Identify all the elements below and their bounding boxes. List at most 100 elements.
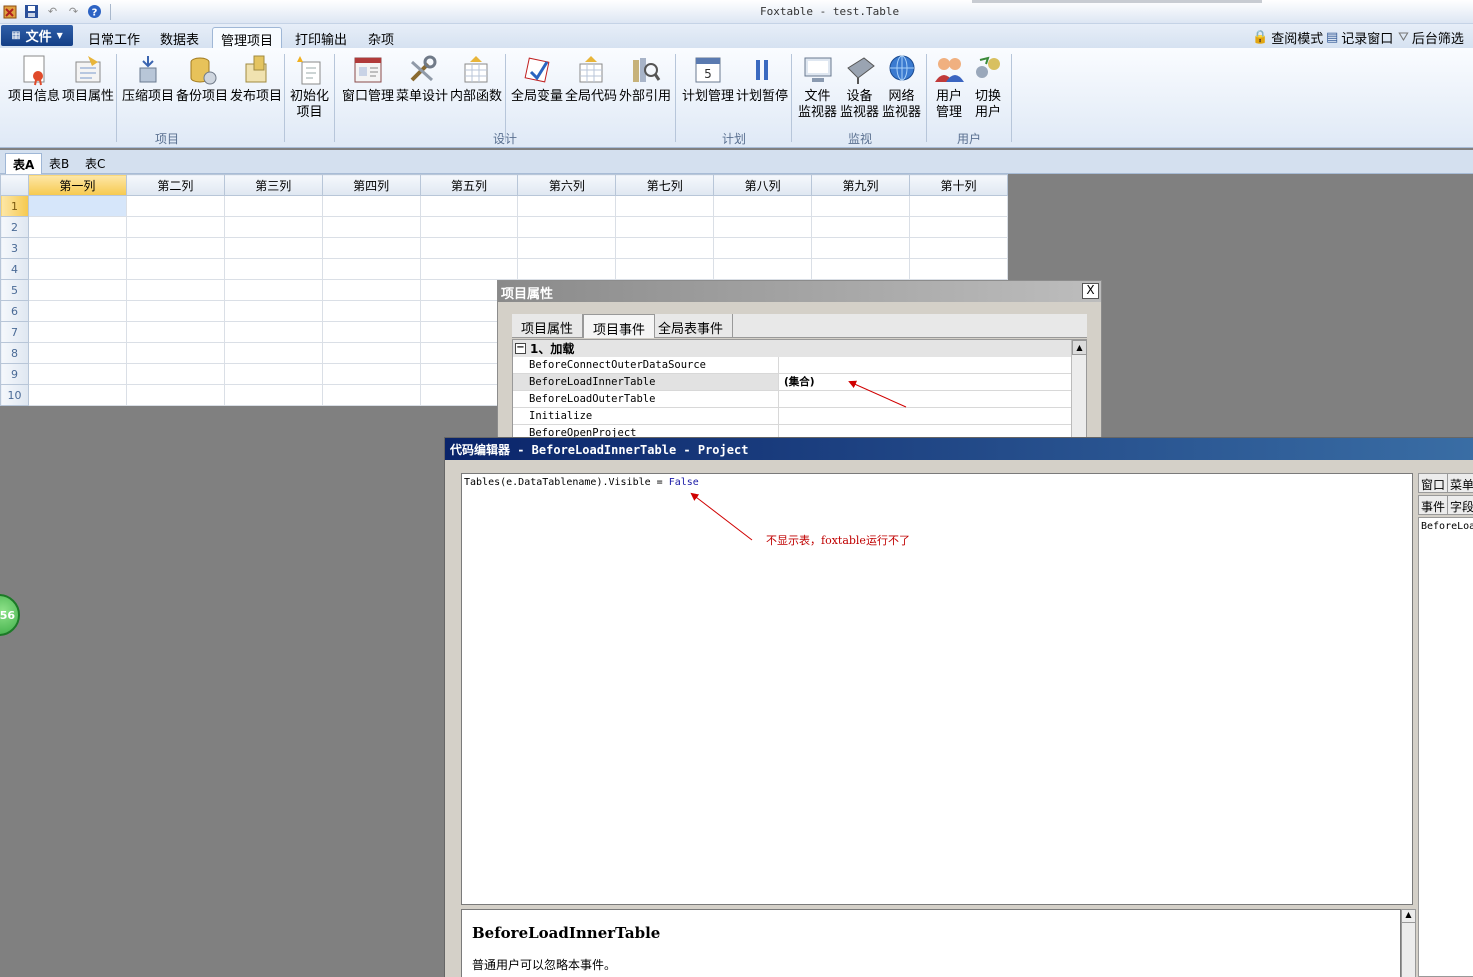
column-header[interactable]: 第六列 xyxy=(517,174,617,196)
lookup-mode-link[interactable]: 🔒 查阅模式 xyxy=(1252,28,1323,47)
property-value[interactable] xyxy=(779,408,1086,424)
grid-cell[interactable] xyxy=(713,258,813,280)
grid-cell[interactable] xyxy=(321,342,421,364)
grid-cell[interactable] xyxy=(321,300,421,322)
floating-ball[interactable]: 56 xyxy=(0,594,20,636)
grid-cell[interactable] xyxy=(419,195,519,217)
property-row[interactable]: BeforeConnectOuterDataSource xyxy=(513,357,1086,374)
collapse-icon[interactable]: − xyxy=(515,343,526,354)
global-var-button[interactable]: 全局变量 xyxy=(511,54,563,105)
grid-cell[interactable] xyxy=(321,279,421,301)
grid-cell[interactable] xyxy=(125,216,225,238)
sheet-tab-c[interactable]: 表C xyxy=(78,153,112,174)
grid-cell[interactable] xyxy=(419,258,519,280)
grid-cell[interactable] xyxy=(27,321,127,343)
grid-cell[interactable] xyxy=(125,258,225,280)
grid-cell[interactable] xyxy=(125,363,225,385)
tab-daily-work[interactable]: 日常工作 xyxy=(80,27,148,48)
grid-cell[interactable] xyxy=(321,258,421,280)
grid-cell[interactable] xyxy=(223,237,323,259)
grid-cell[interactable] xyxy=(27,216,127,238)
internal-func-button[interactable]: 内部函数 xyxy=(450,54,502,105)
row-header[interactable]: 5 xyxy=(0,279,29,301)
grid-cell[interactable] xyxy=(27,342,127,364)
grid-cell[interactable] xyxy=(27,300,127,322)
row-header[interactable]: 8 xyxy=(0,342,29,364)
grid-cell[interactable] xyxy=(223,216,323,238)
switch-user-button[interactable]: 切换 用户 xyxy=(972,54,1004,121)
grid-cell[interactable] xyxy=(615,216,715,238)
grid-cell[interactable] xyxy=(125,342,225,364)
grid-cell[interactable] xyxy=(223,279,323,301)
tab-misc[interactable]: 杂项 xyxy=(360,27,402,48)
grid-cell[interactable] xyxy=(419,237,519,259)
property-value[interactable] xyxy=(779,391,1086,407)
grid-cell[interactable] xyxy=(125,321,225,343)
property-value[interactable]: (集合) xyxy=(779,374,1086,390)
row-header[interactable]: 4 xyxy=(0,258,29,280)
side-button-window[interactable]: 窗口 xyxy=(1418,473,1449,493)
save-icon[interactable] xyxy=(23,3,40,20)
grid-cell[interactable] xyxy=(517,258,617,280)
grid-cell[interactable] xyxy=(321,363,421,385)
compress-project-button[interactable]: 压缩项目 xyxy=(122,54,174,105)
table-row[interactable]: 1 xyxy=(0,195,1008,217)
file-menu-button[interactable]: ▦ 文件 ▼ xyxy=(1,25,73,46)
grid-cell[interactable] xyxy=(909,258,1008,280)
tab-data-table[interactable]: 数据表 xyxy=(152,27,207,48)
vertical-scrollbar[interactable]: ▲ xyxy=(1071,340,1086,438)
help-icon[interactable]: ? xyxy=(86,3,103,20)
property-row[interactable]: BeforeLoadOuterTable xyxy=(513,391,1086,408)
tab-project-events[interactable]: 项目事件 xyxy=(583,314,656,338)
grid-cell[interactable] xyxy=(321,384,421,406)
list-item[interactable]: BeforeLoadInnerTable xyxy=(1421,521,1473,532)
column-header[interactable]: 第三列 xyxy=(223,174,323,196)
device-monitor-button[interactable]: 设备 监视器 xyxy=(840,54,879,121)
grid-cell[interactable] xyxy=(223,258,323,280)
row-header[interactable]: 9 xyxy=(0,363,29,385)
tab-print-output[interactable]: 打印输出 xyxy=(287,27,355,48)
grid-cell[interactable] xyxy=(615,258,715,280)
grid-corner[interactable] xyxy=(0,174,29,196)
category-row[interactable]: − 1、加载 xyxy=(513,340,1086,357)
scroll-up-icon[interactable]: ▲ xyxy=(1402,910,1415,923)
grid-cell[interactable] xyxy=(517,237,617,259)
plan-mgmt-button[interactable]: 5 计划管理 xyxy=(682,54,734,105)
grid-cell[interactable] xyxy=(811,258,910,280)
network-monitor-button[interactable]: 网络 监视器 xyxy=(882,54,921,121)
grid-cell[interactable] xyxy=(223,300,323,322)
grid-cell[interactable] xyxy=(713,216,813,238)
sheet-tab-a[interactable]: 表A xyxy=(5,153,43,174)
help-scrollbar[interactable]: ▲ xyxy=(1401,909,1416,977)
redo-icon[interactable]: ↷ xyxy=(65,3,82,20)
column-header[interactable]: 第八列 xyxy=(713,174,813,196)
grid-cell[interactable] xyxy=(223,195,323,217)
row-header[interactable]: 2 xyxy=(0,216,29,238)
menu-design-button[interactable]: 菜单设计 xyxy=(396,54,448,105)
file-monitor-button[interactable]: 文件 监视器 xyxy=(798,54,837,121)
grid-cell[interactable] xyxy=(27,195,127,217)
plan-pause-button[interactable]: 计划暂停 xyxy=(736,54,788,105)
grid-cell[interactable] xyxy=(223,363,323,385)
grid-cell[interactable] xyxy=(125,195,225,217)
grid-cell[interactable] xyxy=(321,195,421,217)
grid-cell[interactable] xyxy=(811,237,910,259)
grid-cell[interactable] xyxy=(713,195,813,217)
external-ref-button[interactable]: 外部引用 xyxy=(619,54,671,105)
column-header[interactable]: 第九列 xyxy=(811,174,910,196)
tab-manage-project[interactable]: 管理项目 xyxy=(212,27,283,49)
grid-cell[interactable] xyxy=(713,237,813,259)
init-project-button[interactable]: 初始化 项目 xyxy=(290,54,329,121)
property-row[interactable]: BeforeLoadInnerTable (集合) xyxy=(513,374,1086,391)
grid-cell[interactable] xyxy=(223,342,323,364)
grid-cell[interactable] xyxy=(321,321,421,343)
window-mgmt-button[interactable]: 窗口管理 xyxy=(342,54,394,105)
undo-icon[interactable]: ↶ xyxy=(44,3,61,20)
grid-cell[interactable] xyxy=(27,363,127,385)
publish-project-button[interactable]: 发布项目 xyxy=(230,54,282,105)
side-button-menu[interactable]: 菜单 xyxy=(1447,473,1473,493)
project-info-button[interactable]: 项目信息 xyxy=(8,54,60,105)
table-row[interactable]: 4 xyxy=(0,258,1008,280)
user-mgmt-button[interactable]: 用户 管理 xyxy=(933,54,965,121)
side-button-event[interactable]: 事件 xyxy=(1418,495,1449,515)
